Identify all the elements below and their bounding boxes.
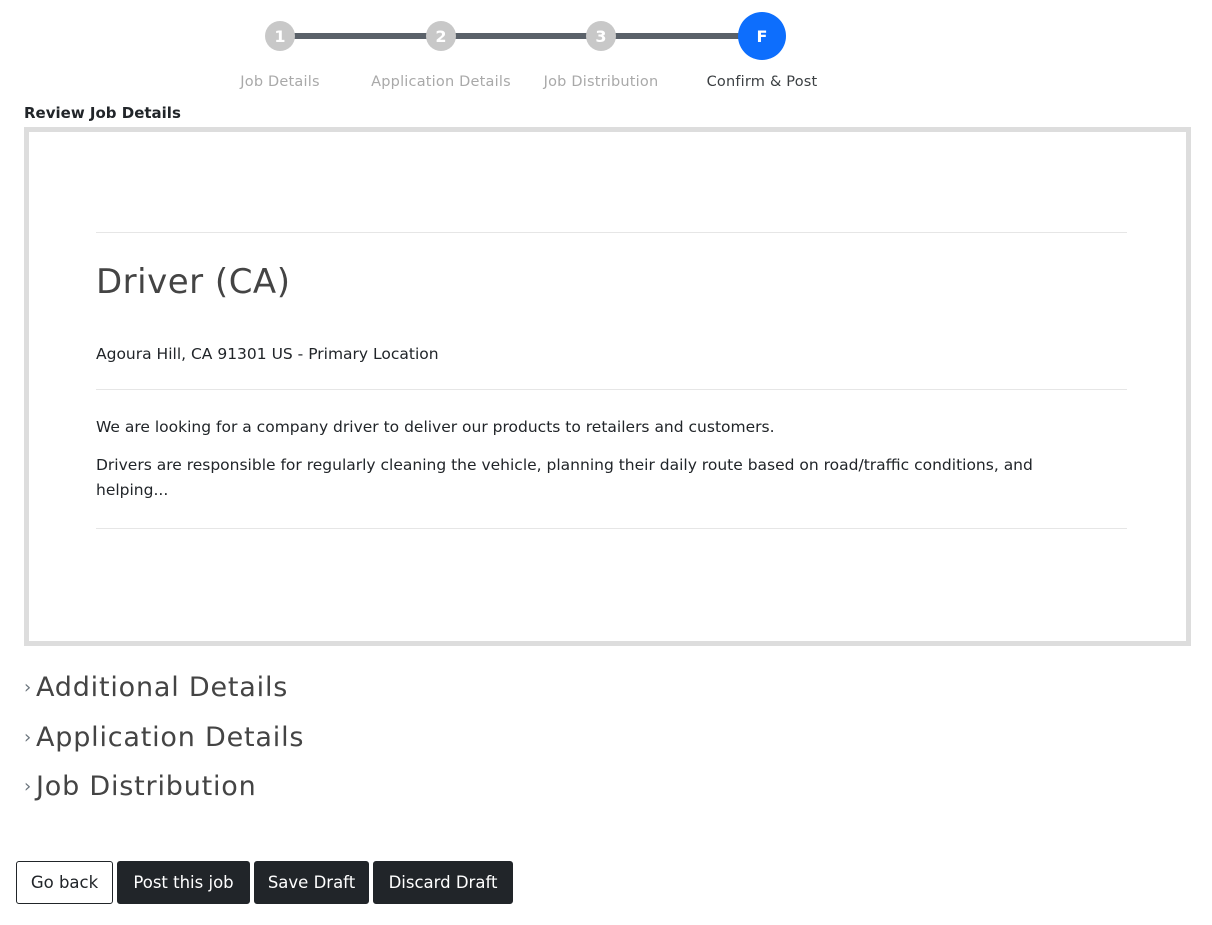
stepper-connector [441, 33, 601, 39]
go-back-button[interactable]: Go back [16, 861, 113, 904]
job-description-paragraph: Drivers are responsible for regularly cl… [96, 456, 1033, 499]
step-3-label: Job Distribution [543, 74, 659, 90]
review-section-title: Review Job Details [24, 104, 181, 122]
job-description-paragraph: We are looking for a company driver to d… [96, 418, 775, 436]
save-draft-button[interactable]: Save Draft [254, 861, 369, 904]
divider [96, 232, 1127, 233]
step-final-label: Confirm & Post [706, 74, 818, 90]
chevron-right-icon: › [24, 775, 32, 797]
job-location: Agoura Hill, CA 91301 US - Primary Locat… [96, 345, 439, 363]
step-1-indicator[interactable]: 1 [265, 21, 295, 51]
application-details-toggle[interactable]: › Application Details [24, 722, 304, 753]
progress-stepper: 1 2 3 F Job Details Application Details … [0, 0, 1212, 100]
post-job-button[interactable]: Post this job [117, 861, 250, 904]
step-2-label: Application Details [371, 74, 511, 90]
step-2-indicator[interactable]: 2 [426, 21, 456, 51]
chevron-right-icon: › [24, 676, 32, 698]
step-1-label: Job Details [240, 74, 320, 90]
discard-draft-button[interactable]: Discard Draft [373, 861, 513, 904]
job-title: Driver (CA) [96, 262, 291, 302]
divider [96, 389, 1127, 390]
additional-details-toggle[interactable]: › Additional Details [24, 672, 288, 703]
job-preview-card: Driver (CA) Agoura Hill, CA 91301 US - P… [24, 127, 1191, 646]
divider [96, 528, 1127, 529]
step-3-indicator[interactable]: 3 [586, 21, 616, 51]
stepper-connector [280, 33, 441, 39]
section-label-additional-details: Additional Details [36, 672, 289, 703]
section-label-job-distribution: Job Distribution [36, 771, 257, 802]
step-final-indicator[interactable]: F [738, 12, 786, 60]
section-label-application-details: Application Details [36, 722, 305, 753]
job-distribution-toggle[interactable]: › Job Distribution [24, 771, 257, 802]
chevron-right-icon: › [24, 726, 32, 748]
